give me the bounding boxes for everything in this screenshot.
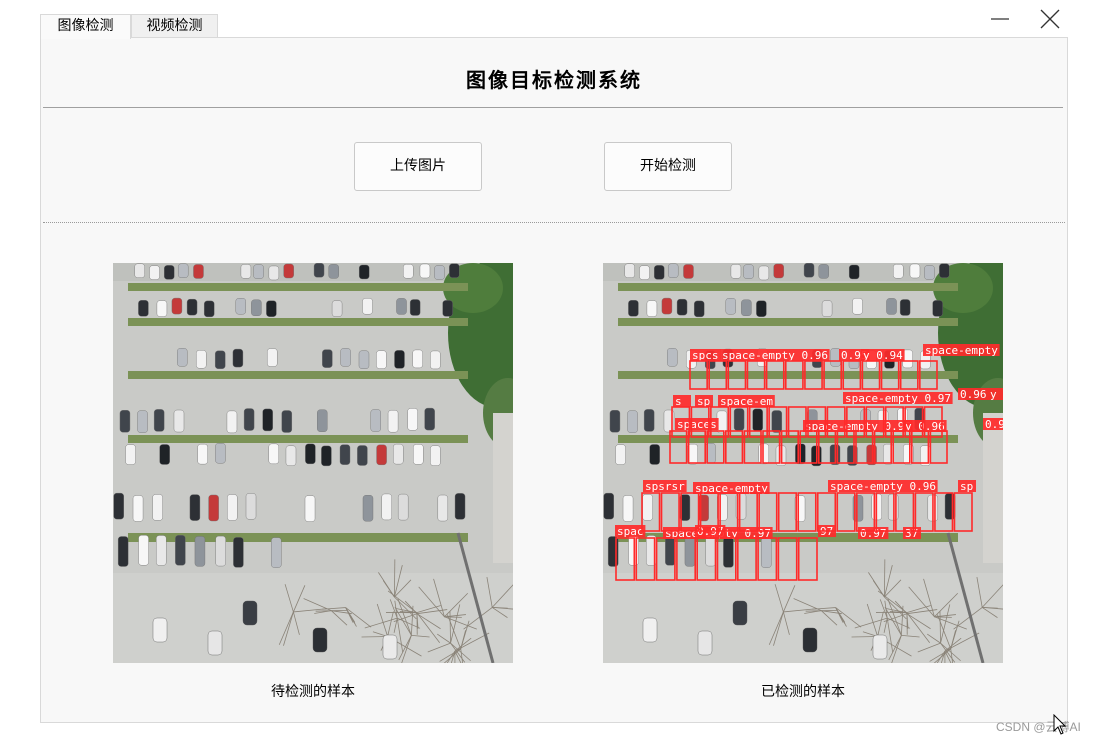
detection-label: 0.97 — [858, 527, 889, 540]
detection-label: 0.9 — [983, 418, 1003, 431]
svg-text:space-empty 0.96: space-empty 0.96 — [722, 349, 828, 362]
detection-label: space-em — [718, 395, 775, 408]
detection-label: y 0.94 — [861, 349, 905, 362]
page-title: 图像目标检测系统 — [466, 68, 642, 92]
svg-text:spcs: spcs — [692, 349, 719, 362]
detection-label: 0.96 — [958, 388, 989, 401]
minimize-icon[interactable] — [988, 8, 1012, 32]
detection-label: sp — [958, 480, 976, 493]
original-image-caption: 待检测的样本 — [271, 684, 355, 700]
detection-label: spac — [615, 525, 646, 538]
watermark: CSDN @云博AI — [996, 720, 1081, 734]
svg-text:spsrsr: spsrsr — [645, 480, 685, 493]
tab-image-detection[interactable]: 图像检测 — [40, 14, 131, 39]
svg-text:space-empty 0.97: space-empty 0.97 — [845, 392, 951, 405]
svg-text:sp: sp — [697, 395, 710, 408]
svg-text:space-empty: space-empty — [925, 344, 998, 357]
svg-text:space-empty 0.96: space-empty 0.96 — [830, 480, 936, 493]
svg-text:space-em: space-em — [720, 395, 773, 408]
detection-label: spaces — [675, 418, 719, 431]
svg-text:0.96: 0.96 — [960, 388, 987, 401]
detected-image-caption: 已检测的样本 — [761, 684, 845, 700]
image-detection-panel: 图像目标检测系统 上传图片 开始检测 待检测的样本 spcs space-empt… — [40, 37, 1068, 723]
detection-label: space-empty 0.96 — [720, 349, 830, 362]
svg-text:spac: spac — [617, 525, 644, 538]
detection-label: s — [673, 395, 691, 408]
detection-label: space-empty — [923, 344, 1000, 357]
detection-label: sp — [695, 395, 713, 408]
detection-label: 37 — [903, 527, 921, 540]
close-icon[interactable] — [1038, 8, 1062, 32]
section-divider — [43, 222, 1065, 223]
svg-text:37: 37 — [905, 527, 918, 540]
detection-label: spcs — [690, 349, 721, 362]
mouse-pointer-icon — [1053, 713, 1067, 740]
start-detection-button[interactable]: 开始检测 — [604, 142, 732, 191]
svg-text:s: s — [675, 395, 682, 408]
svg-text:0.97: 0.97 — [860, 527, 887, 540]
original-image — [113, 263, 513, 663]
svg-text:0.9: 0.9 — [985, 418, 1003, 431]
detection-label: spsrsr — [643, 480, 687, 493]
title-divider — [43, 107, 1063, 108]
tab-video-detection[interactable]: 视频检测 — [131, 14, 218, 37]
detected-image: spcs space-empty 0.96 0.95 y 0.94 space-empt… — [603, 263, 1003, 663]
detection-label: y — [988, 388, 1003, 401]
detection-label: space-empty 0.96 — [828, 480, 938, 493]
svg-text:y 0.94: y 0.94 — [863, 349, 903, 362]
detection-label: space-empty 0.97 — [843, 392, 953, 405]
svg-text:y: y — [990, 388, 997, 401]
svg-text:sp: sp — [960, 480, 973, 493]
upload-image-button[interactable]: 上传图片 — [354, 142, 482, 191]
